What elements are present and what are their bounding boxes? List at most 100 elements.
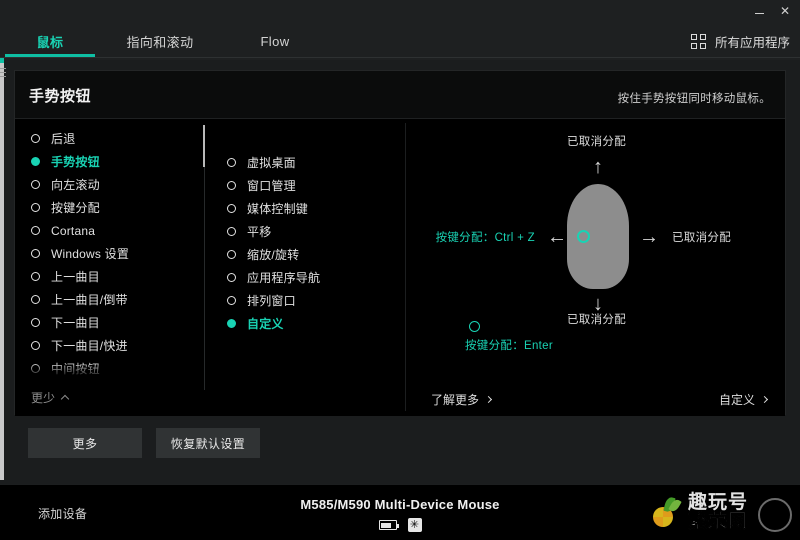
- arrow-up-icon: ↑: [593, 156, 603, 178]
- radio-icon: [31, 295, 40, 304]
- tab-bar: 鼠标 指向和滚动 Flow 所有应用程序: [0, 22, 800, 60]
- suboption-item-media-controls[interactable]: 媒体控制键: [227, 197, 392, 220]
- minimize-button[interactable]: [746, 1, 772, 21]
- radio-icon: [31, 180, 40, 189]
- radio-icon: [31, 226, 40, 235]
- gesture-button-indicator-icon[interactable]: [577, 230, 590, 243]
- suboption-column: 虚拟桌面 窗口管理 媒体控制键 平移 缩放/旋转 应用程序导航 排列窗口 自定义: [215, 119, 395, 416]
- show-less-label: 更少: [31, 391, 56, 405]
- gesture-button-panel: 手势按钮 按住手势按钮同时移动鼠标。 后退 手势按钮 向左滚动 按键分配 Cor…: [14, 70, 786, 416]
- action-item-label: Windows 设置: [51, 247, 130, 261]
- suboption-item-pan[interactable]: 平移: [227, 220, 392, 243]
- tab-flow[interactable]: Flow: [220, 22, 330, 60]
- watermark: 趣玩号 繁荣网: [652, 486, 794, 538]
- action-item-next-track-fast-forward[interactable]: 下一曲目/快进: [31, 334, 205, 357]
- more-button[interactable]: 更多: [28, 428, 142, 458]
- suboption-item-app-navigation[interactable]: 应用程序导航: [227, 266, 392, 289]
- action-item-label: 下一曲目: [51, 316, 100, 330]
- radio-icon: [31, 203, 40, 212]
- radio-icon: [31, 134, 40, 143]
- watermark-text: 趣玩号 繁荣网: [688, 491, 749, 532]
- suboption-item-label: 平移: [247, 225, 272, 239]
- customize-label: 自定义: [718, 393, 755, 407]
- gesture-right-label: 已取消分配: [672, 232, 731, 244]
- gesture-up-label: 已取消分配: [567, 136, 626, 148]
- watermark-logo-icon: [652, 496, 682, 527]
- suboption-item-window-management[interactable]: 窗口管理: [227, 174, 392, 197]
- radio-selected-icon: [31, 157, 40, 166]
- action-list-column: 后退 手势按钮 向左滚动 按键分配 Cortana Windows 设置 上一曲…: [15, 119, 205, 416]
- watermark-line-1: 趣玩号: [688, 491, 749, 513]
- arrow-left-icon: ←: [547, 226, 567, 248]
- radio-icon: [227, 273, 236, 282]
- chevron-up-icon: [60, 394, 70, 404]
- chevron-right-icon: [760, 395, 769, 404]
- battery-icon: [378, 520, 399, 530]
- action-item-next-track[interactable]: 下一曲目: [31, 311, 205, 334]
- suboption-item-zoom-rotate[interactable]: 缩放/旋转: [227, 243, 392, 266]
- learn-more-link[interactable]: 了解更多: [431, 391, 493, 408]
- action-item-label: 向左滚动: [51, 178, 100, 192]
- action-item-cortana[interactable]: Cortana: [31, 219, 205, 242]
- close-icon: ✕: [779, 4, 791, 18]
- watermark-ring-icon: [758, 498, 792, 532]
- panel-body: 后退 手势按钮 向左滚动 按键分配 Cortana Windows 设置 上一曲…: [15, 119, 785, 416]
- restore-defaults-button[interactable]: 恢复默认设置: [156, 428, 260, 458]
- device-bar: 添加设备 M585/M590 Multi-Device Mouse ✳ 趣玩号 …: [0, 484, 800, 540]
- radio-icon: [227, 227, 236, 236]
- mouse-diagram-column: 已取消分配 ↑ ← 按键分配：Ctrl + Z → 已取消分配 ↓ 已取消分配 …: [407, 119, 787, 416]
- close-button[interactable]: ✕: [772, 1, 798, 21]
- radio-icon: [227, 181, 236, 190]
- tab-point-and-scroll[interactable]: 指向和滚动: [100, 22, 220, 60]
- suboption-item-virtual-desktop[interactable]: 虚拟桌面: [227, 151, 392, 174]
- action-list-scrollbar-thumb[interactable]: [203, 125, 205, 167]
- action-item-previous-track-rewind[interactable]: 上一曲目/倒带: [31, 288, 205, 311]
- radio-icon: [31, 249, 40, 258]
- radio-icon: [31, 272, 40, 281]
- radio-icon: [227, 296, 236, 305]
- action-list: 后退 手势按钮 向左滚动 按键分配 Cortana Windows 设置 上一曲…: [31, 127, 205, 380]
- footer-button-row: 更多 恢复默认设置: [28, 428, 260, 458]
- grid-icon: [690, 33, 706, 49]
- radio-selected-icon: [227, 319, 236, 328]
- action-item-gesture-button[interactable]: 手势按钮: [31, 150, 205, 173]
- customize-link[interactable]: 自定义: [718, 391, 769, 408]
- watermark-line-2: 繁荣网: [688, 511, 749, 532]
- action-item-windows-settings[interactable]: Windows 设置: [31, 242, 205, 265]
- action-item-keystroke-assignment[interactable]: 按键分配: [31, 196, 205, 219]
- bluetooth-icon: ✳: [407, 518, 422, 532]
- radio-icon: [227, 250, 236, 259]
- suboption-item-custom[interactable]: 自定义: [227, 312, 392, 335]
- all-applications-button[interactable]: 所有应用程序: [690, 22, 790, 60]
- page-title: 手势按钮: [29, 88, 92, 105]
- suboption-item-label: 排列窗口: [247, 294, 296, 308]
- list-fade-overlay: [15, 362, 205, 378]
- action-item-scroll-left[interactable]: 向左滚动: [31, 173, 205, 196]
- action-item-label: 后退: [51, 132, 76, 146]
- suboption-item-arrange-windows[interactable]: 排列窗口: [227, 289, 392, 312]
- chevron-right-icon: [484, 395, 493, 404]
- left-rail: [0, 60, 4, 480]
- action-item-previous-track[interactable]: 上一曲目: [31, 265, 205, 288]
- suboption-item-label: 虚拟桌面: [247, 156, 296, 170]
- suboption-list: 虚拟桌面 窗口管理 媒体控制键 平移 缩放/旋转 应用程序导航 排列窗口 自定义: [227, 151, 392, 335]
- gesture-down-label: 已取消分配: [567, 314, 626, 326]
- arrow-right-icon: →: [639, 226, 659, 248]
- show-less-button[interactable]: 更少: [31, 389, 70, 406]
- radio-icon: [227, 204, 236, 213]
- action-item-back[interactable]: 后退: [31, 127, 205, 150]
- action-item-label: 按键分配: [51, 201, 100, 215]
- gesture-left-label: 按键分配：Ctrl + Z: [435, 232, 535, 244]
- logitech-options-window: ✕ 鼠标 指向和滚动 Flow 所有应用程序 手势按钮 按住手势按钮同时移动鼠标…: [0, 0, 800, 540]
- action-item-label: 上一曲目: [51, 270, 100, 284]
- suboption-item-label: 窗口管理: [247, 179, 296, 193]
- diagram-links: 了解更多 自定义: [407, 391, 787, 408]
- radio-icon: [31, 318, 40, 327]
- suboption-item-label: 应用程序导航: [247, 271, 321, 285]
- column-divider: [405, 123, 406, 411]
- tab-bar-divider: [0, 57, 800, 58]
- gesture-press-label: 按键分配：Enter: [465, 340, 553, 352]
- action-item-label: 下一曲目/快进: [51, 339, 128, 353]
- left-rail-accent: [0, 58, 4, 63]
- suboption-item-label: 自定义: [247, 317, 284, 331]
